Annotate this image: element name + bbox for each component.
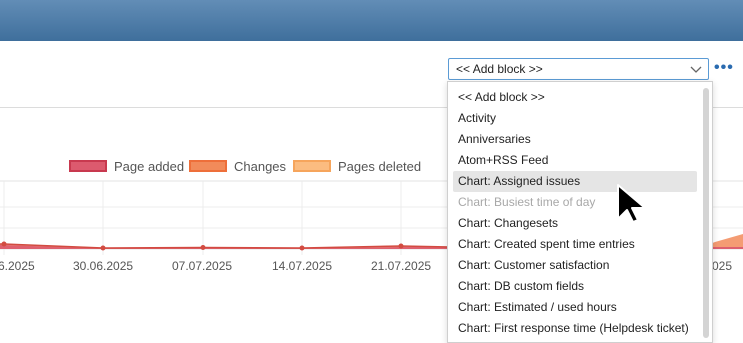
legend-item-page-added[interactable]: Page added	[69, 157, 184, 175]
x-tick-label: 21.07.2025	[371, 259, 432, 273]
dropdown-option[interactable]: Anniversaries	[458, 130, 531, 148]
dropdown-option-highlighted[interactable]: Chart: Assigned issues	[458, 172, 580, 190]
data-point	[398, 243, 404, 249]
dropdown-option[interactable]: << Add block >>	[458, 88, 545, 106]
legend-swatch	[189, 160, 227, 172]
legend-item-changes[interactable]: Changes	[189, 157, 286, 175]
dropdown-option-disabled: Chart: Busiest time of day	[458, 195, 596, 209]
mouse-pointer-icon	[617, 184, 646, 223]
dropdown-scrollbar[interactable]	[703, 88, 709, 338]
x-tick-label: 30.06.2025	[73, 259, 134, 273]
data-point	[299, 245, 305, 251]
legend-item-pages-deleted[interactable]: Pages deleted	[293, 157, 421, 175]
legend-label: Pages deleted	[338, 158, 422, 174]
dropdown-option[interactable]: Chart: Created spent time entries	[458, 235, 635, 253]
legend-swatch	[69, 160, 107, 172]
x-tick-label: 6.2025	[0, 259, 35, 273]
x-tick-label: 14.07.2025	[272, 259, 333, 273]
dropdown-option[interactable]: Chart: Estimated / used hours	[458, 298, 617, 316]
legend-label: Changes	[234, 158, 287, 174]
dropdown-option[interactable]: Chart: First response time (Helpdesk tic…	[458, 319, 689, 337]
dropdown-option[interactable]: Chart: Changesets	[458, 214, 558, 232]
x-tick-label: 07.07.2025	[172, 259, 233, 273]
more-options-button[interactable]: •••	[714, 60, 734, 76]
dropdown-option[interactable]: Chart: Customer satisfaction	[458, 256, 609, 274]
add-block-dropdown-list: << Add block >> Activity Anniversaries A…	[447, 81, 713, 343]
data-point	[1, 241, 7, 247]
dropdown-option[interactable]: Atom+RSS Feed	[458, 151, 548, 169]
dropdown-option[interactable]: Chart: DB custom fields	[458, 277, 584, 295]
top-header-bar	[0, 0, 743, 41]
add-block-select-value: << Add block >>	[456, 62, 543, 76]
legend-swatch	[293, 160, 331, 172]
chevron-down-icon	[690, 66, 702, 73]
add-block-select[interactable]: << Add block >>	[448, 58, 709, 80]
x-tick-label: 025	[712, 259, 733, 273]
data-point	[100, 245, 106, 251]
dropdown-option[interactable]: Activity	[458, 109, 496, 127]
data-point	[200, 245, 206, 250]
legend-label: Page added	[114, 158, 185, 174]
